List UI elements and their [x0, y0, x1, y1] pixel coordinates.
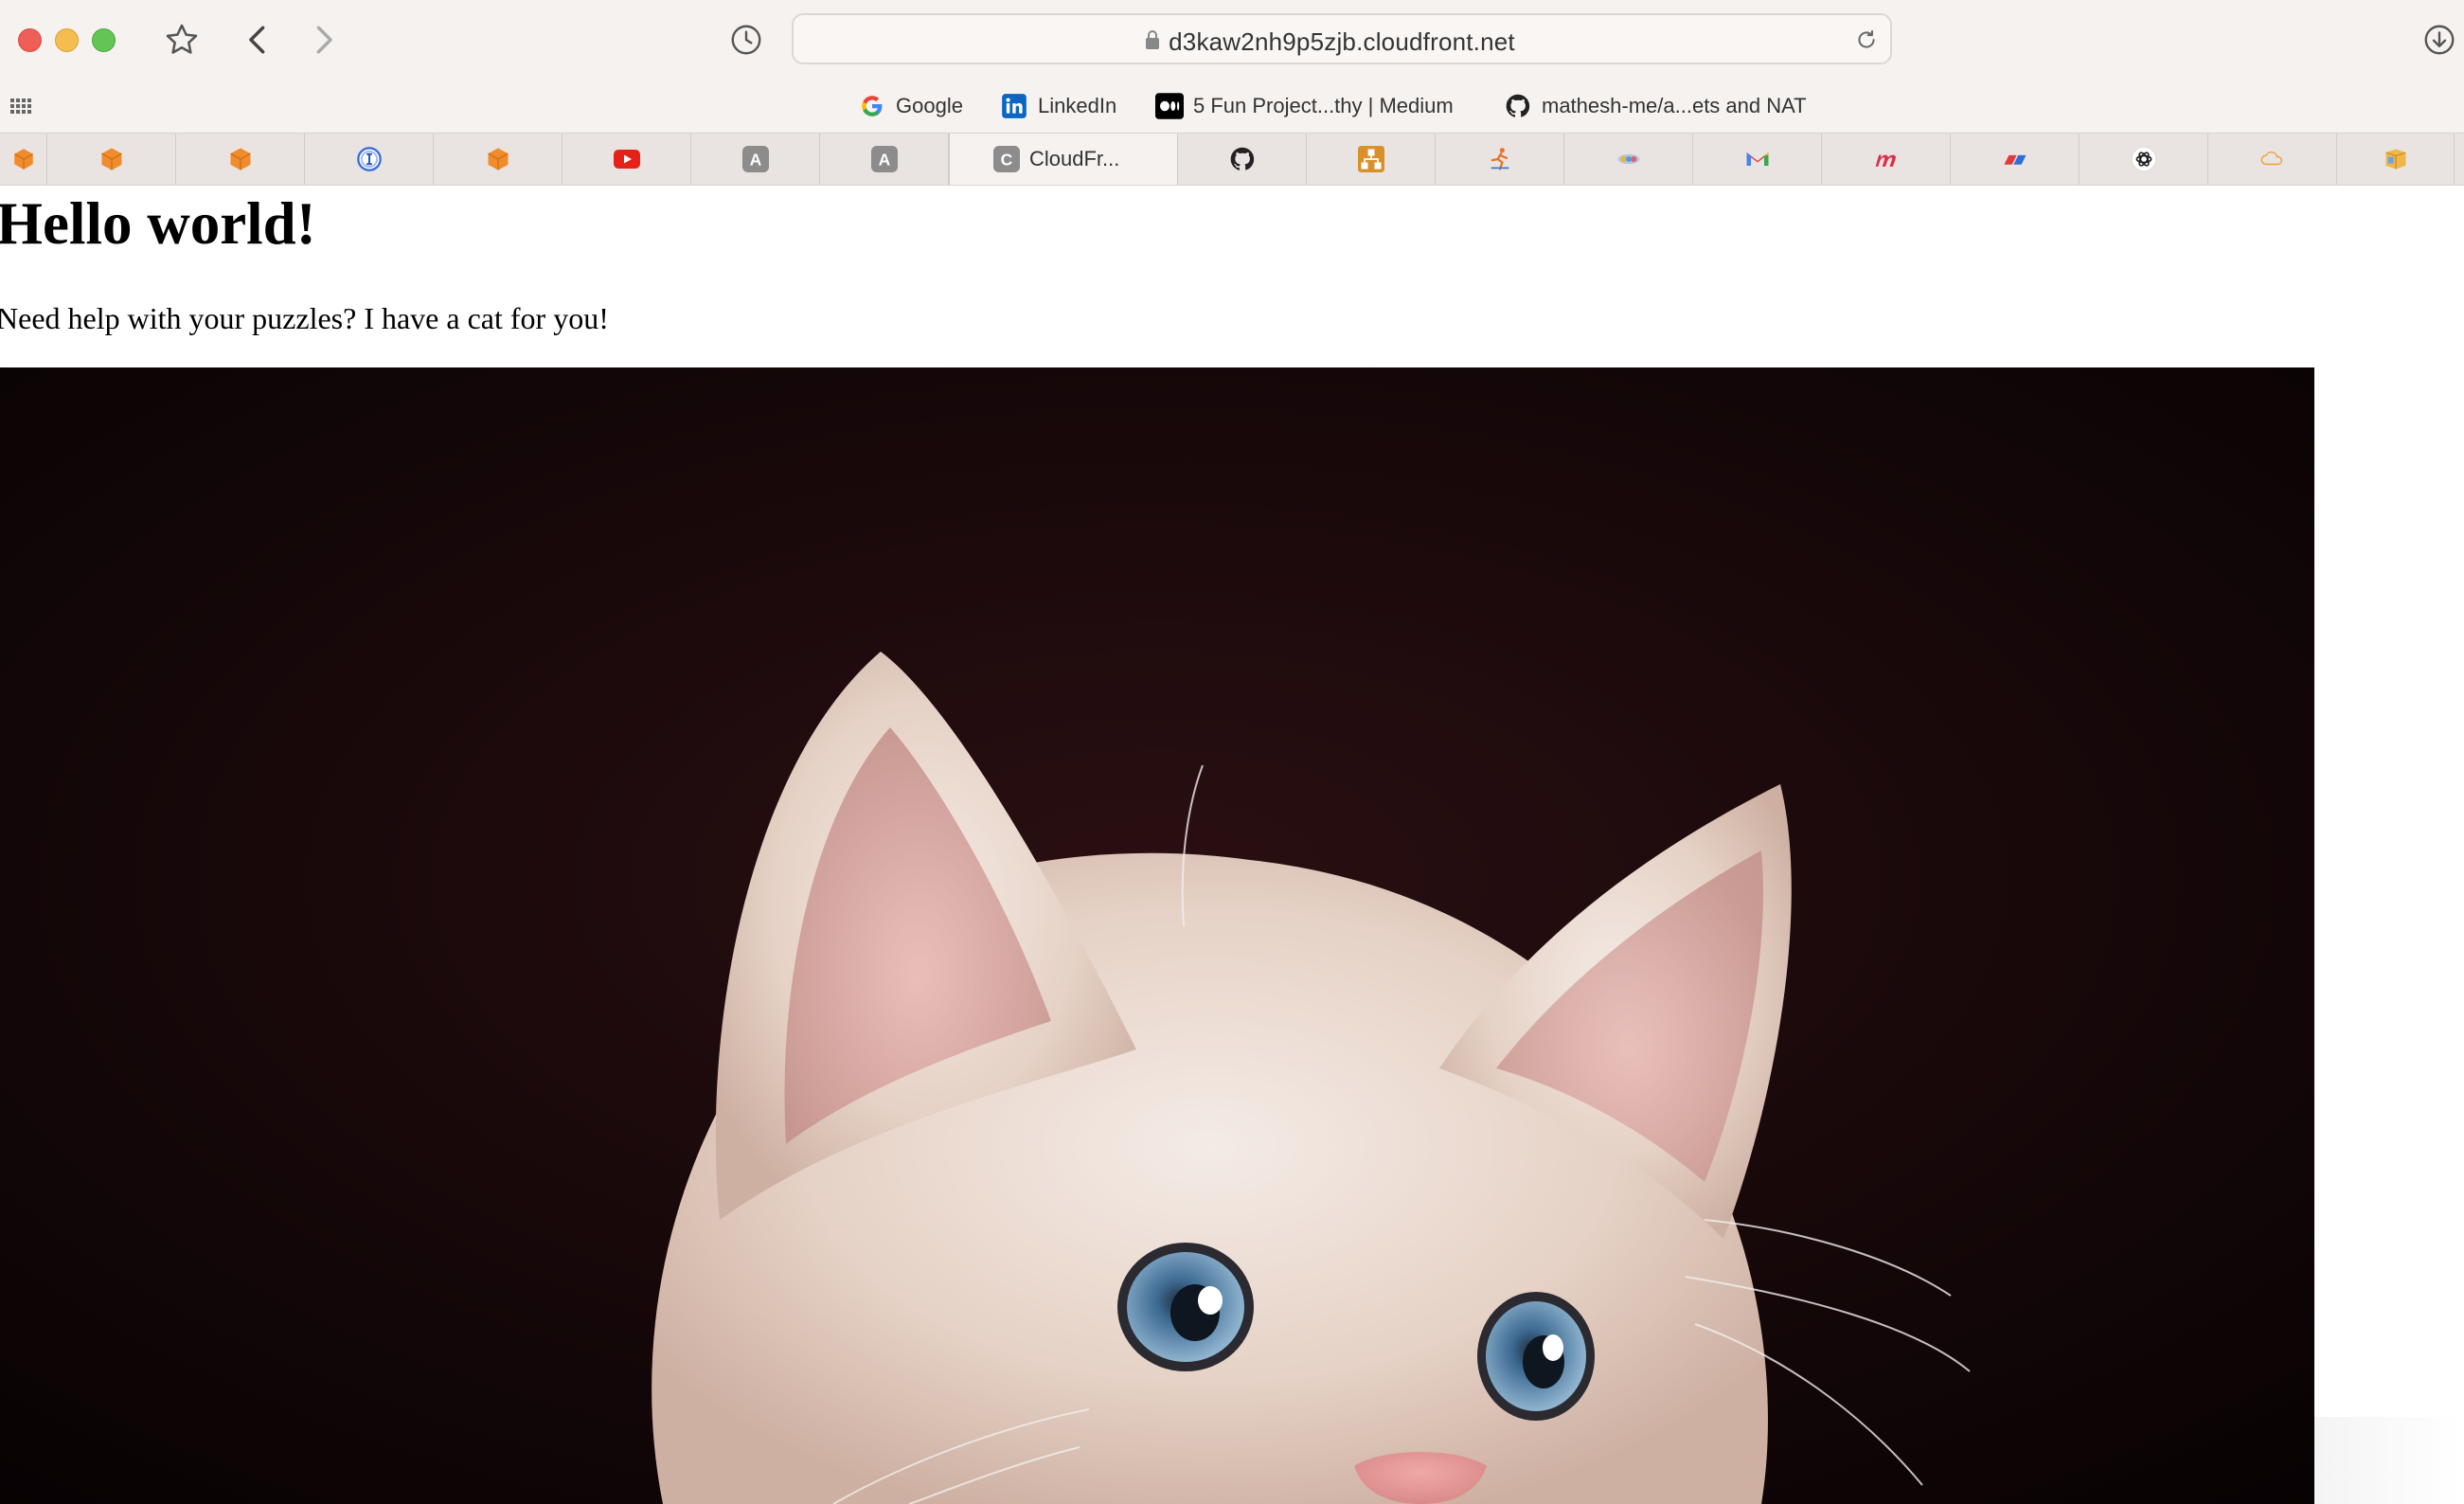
minimize-window-button[interactable]: [55, 28, 79, 52]
tab[interactable]: [1564, 134, 1693, 185]
back-icon[interactable]: [237, 19, 278, 61]
github-icon: [1504, 92, 1532, 120]
zoom-window-button[interactable]: [92, 28, 116, 52]
tab[interactable]: [47, 134, 176, 185]
tab[interactable]: [1436, 134, 1564, 185]
tab[interactable]: [176, 134, 305, 185]
tab[interactable]: [1178, 134, 1307, 185]
colorful-icon: [1616, 146, 1642, 172]
grid-icon[interactable]: [9, 94, 33, 123]
forward-icon[interactable]: [303, 19, 345, 61]
tab[interactable]: [562, 134, 691, 185]
favorites-bar: Google LinkedIn 5 Fun Project...thy | Me…: [0, 80, 2464, 133]
medium-icon: [1155, 92, 1184, 120]
chatgpt-icon: [2131, 146, 2157, 172]
favorite-label: Google: [896, 94, 963, 117]
cat-photo: [0, 367, 2314, 1504]
history-icon[interactable]: [725, 19, 767, 61]
page-shadow: [2314, 1417, 2464, 1504]
tab[interactable]: A: [691, 134, 820, 185]
aws-cube-icon: [485, 146, 511, 172]
m-logo-icon: [1873, 146, 1900, 172]
tab-bar: A A C CloudFr...: [0, 133, 2464, 186]
linkedin-icon: [1000, 92, 1028, 120]
aws-cube-icon: [227, 146, 254, 172]
tab-badge-text: A: [878, 150, 890, 169]
tab-badge-text: C: [1001, 150, 1013, 169]
runner-icon: [1487, 146, 1513, 172]
tab[interactable]: [305, 134, 434, 185]
letter-a-icon: A: [870, 146, 898, 172]
tab[interactable]: [2080, 134, 2208, 185]
tab[interactable]: [1693, 134, 1822, 185]
tab[interactable]: [2337, 134, 2455, 185]
tab[interactable]: [434, 134, 562, 185]
favorite-google[interactable]: Google: [858, 90, 963, 122]
tab[interactable]: [1822, 134, 1951, 185]
tab[interactable]: [2208, 134, 2337, 185]
favorite-label: 5 Fun Project...thy | Medium: [1193, 94, 1454, 117]
url-text: d3kaw2nh9p5zjb.cloudfront.net: [1169, 27, 1515, 56]
browser-chrome: d3kaw2nh9p5zjb.cloudfront.net Google Lin…: [0, 0, 2464, 186]
aws-cube-icon: [10, 146, 37, 172]
favorite-medium[interactable]: 5 Fun Project...thy | Medium: [1155, 90, 1454, 122]
favorite-github[interactable]: mathesh-me/a...ets and NAT: [1504, 90, 1807, 122]
address-bar[interactable]: d3kaw2nh9p5zjb.cloudfront.net: [792, 13, 1892, 64]
tab-cloudfront-active[interactable]: C CloudFr...: [949, 134, 1178, 185]
page-heading: Hello world!: [0, 190, 316, 257]
tab[interactable]: [1307, 134, 1436, 185]
web-page: Hello world! Need help with your puzzles…: [0, 186, 2464, 1504]
favorite-label: LinkedIn: [1038, 94, 1117, 117]
tab-label: CloudFr...: [1029, 147, 1120, 170]
diagram-icon: [1357, 146, 1384, 172]
info-circle-icon: [356, 146, 383, 172]
box-icon: [2383, 146, 2409, 172]
aws-cube-icon: [98, 146, 125, 172]
downloads-icon[interactable]: [2419, 19, 2460, 61]
gmail-icon: [1744, 146, 1771, 172]
github-icon: [1229, 146, 1256, 172]
close-window-button[interactable]: [18, 28, 42, 52]
reload-icon[interactable]: [1854, 27, 1879, 57]
google-icon: [858, 92, 886, 120]
favorite-linkedin[interactable]: LinkedIn: [1000, 90, 1116, 122]
tab[interactable]: [1951, 134, 2080, 185]
tab[interactable]: [0, 134, 47, 185]
browser-toolbar: d3kaw2nh9p5zjb.cloudfront.net: [0, 0, 2464, 80]
youtube-icon: [613, 146, 640, 172]
intro-text: Need help with your puzzles? I have a ca…: [0, 301, 609, 335]
cloud-icon: [2259, 146, 2286, 172]
letter-a-icon: A: [741, 146, 769, 172]
tab[interactable]: A: [820, 134, 949, 185]
cloudfront-icon: C: [993, 146, 1020, 172]
flag-icon: [2002, 146, 2028, 172]
favorite-label: mathesh-me/a...ets and NAT: [1542, 94, 1807, 117]
star-icon[interactable]: [161, 19, 203, 61]
tab-badge-text: A: [749, 150, 761, 169]
